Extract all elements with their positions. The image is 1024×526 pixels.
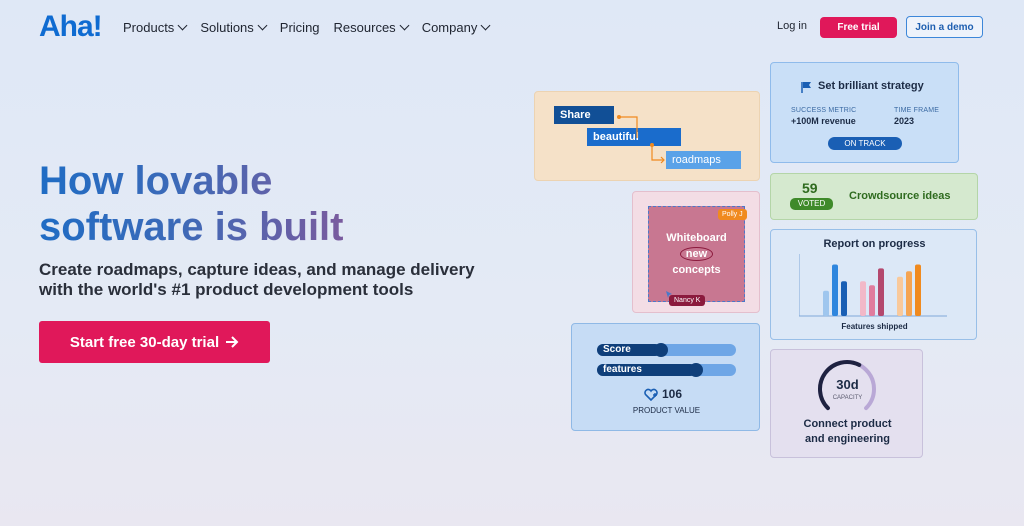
product-value-label: PRODUCT VALUE <box>632 406 701 415</box>
report-bar <box>841 281 847 316</box>
whiteboard-card: Whiteboard new concepts Polly J Nancy K <box>632 191 760 313</box>
capacity-days: 30d <box>836 377 859 392</box>
status-badge: ON TRACK <box>828 137 902 150</box>
hero-title-line2: software is built <box>39 205 344 249</box>
hero-subtitle-line2: with the world's #1 product development … <box>39 280 414 299</box>
report-title: Report on progress <box>823 238 926 250</box>
connect-line1: Connect product <box>803 418 892 430</box>
start-trial-label: Start free 30-day trial <box>69 333 220 351</box>
connect-line2: and engineering <box>805 433 890 445</box>
product-value-number: 106 <box>662 387 683 401</box>
flag-icon <box>801 82 811 93</box>
score-card: Score features 106 PRODUCT VALUE <box>571 323 760 431</box>
hero-subtitle: Create roadmaps, capture ideas, and mana… <box>39 260 479 300</box>
whiteboard-line1: Whiteboard <box>666 232 727 244</box>
report-chart <box>799 254 947 317</box>
dependency-lines <box>617 115 665 164</box>
top-nav: Aha! Products Solutions Pricing Resource… <box>0 0 1024 54</box>
nav-company[interactable]: Company <box>422 20 491 35</box>
features-slider-knob[interactable] <box>689 363 703 377</box>
strategy-card: Set brilliant strategy SUCCESS METRIC +1… <box>770 62 959 163</box>
report-bar <box>869 285 875 316</box>
cursor-icon <box>666 291 672 298</box>
report-bar <box>906 271 912 316</box>
share-roadmaps-card: Share beautiful roadmaps <box>534 91 760 181</box>
start-trial-button[interactable]: Start free 30-day trial <box>39 321 270 363</box>
cursor-tag-polly: Polly J <box>718 209 747 220</box>
hero-subtitle-line1: Create roadmaps, capture ideas, and mana… <box>39 260 475 279</box>
features-label: features <box>603 364 642 375</box>
timeframe-label: TIME FRAME <box>894 107 940 114</box>
connect-card: 30d CAPACITY Connect product and enginee… <box>770 349 923 458</box>
heart-plus-icon <box>644 388 658 401</box>
chevron-down-icon <box>177 20 188 31</box>
hero-title-line1: How lovable <box>39 159 273 203</box>
whiteboard-line3: concepts <box>672 264 721 276</box>
vote-count: 59 <box>802 180 818 196</box>
score-slider-track[interactable]: Score <box>597 343 736 357</box>
aha-logo[interactable]: Aha! <box>39 10 103 44</box>
nav-products[interactable]: Products <box>123 20 188 35</box>
score-slider-knob[interactable] <box>654 343 668 357</box>
features-slider-track[interactable]: features <box>597 363 736 377</box>
report-bar <box>832 264 838 316</box>
report-bar <box>915 264 921 316</box>
score-label: Score <box>603 344 631 355</box>
voted-badge: VOTED <box>790 198 833 210</box>
cursor-tag-nancy: Nancy K <box>669 295 706 306</box>
report-bar <box>823 290 829 316</box>
nav-solutions[interactable]: Solutions <box>200 20 268 35</box>
nav-resources[interactable]: Resources <box>334 20 410 35</box>
chevron-down-icon <box>480 20 491 31</box>
timeframe-value: 2023 <box>894 116 915 126</box>
strategy-title: Set brilliant strategy <box>818 80 924 92</box>
report-bar <box>860 281 866 316</box>
metric-label: SUCCESS METRIC <box>791 107 857 114</box>
arrow-right-icon <box>226 336 239 348</box>
hero-title: How lovable software is built <box>39 158 344 250</box>
chevron-down-icon <box>399 20 410 31</box>
report-card: Report on progress Features shipped <box>770 229 977 340</box>
whiteboard-text: Whiteboard new concepts <box>648 230 745 278</box>
capacity-label: CAPACITY <box>832 395 863 401</box>
free-trial-button[interactable]: Free trial <box>820 17 897 38</box>
crowdsource-card: 59 VOTED Crowdsource ideas <box>770 173 978 220</box>
chevron-down-icon <box>257 20 268 31</box>
connect-title: Connect product and engineering <box>771 417 924 447</box>
crowdsource-title: Crowdsource ideas <box>849 190 951 202</box>
whiteboard-line2: new <box>648 246 745 262</box>
join-demo-button[interactable]: Join a demo <box>906 16 983 38</box>
metric-value: +100M revenue <box>791 116 856 126</box>
main-menu: Products Solutions Pricing Resources Com… <box>123 20 491 35</box>
nav-pricing[interactable]: Pricing <box>280 20 320 35</box>
report-bar <box>897 276 903 316</box>
report-caption: Features shipped <box>841 322 908 331</box>
report-bar <box>878 268 884 316</box>
login-link[interactable]: Log in <box>777 20 807 32</box>
